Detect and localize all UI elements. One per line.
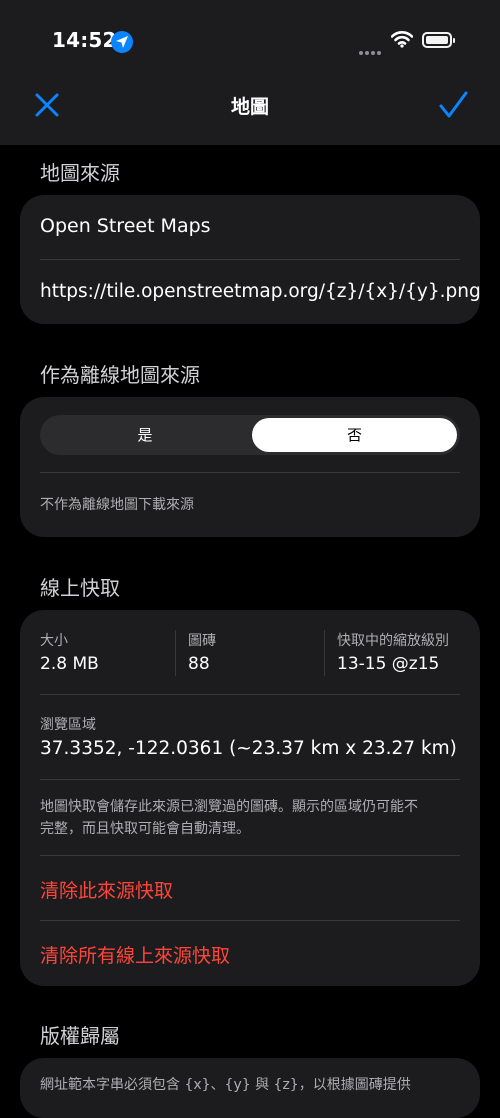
clear-source-cache-button[interactable]: 清除此來源快取: [40, 876, 173, 903]
section-title-offline: 作為離線地圖來源: [40, 363, 200, 387]
divider: [324, 630, 325, 676]
area-label: 瀏覽區域: [40, 717, 96, 733]
battery-icon: [422, 32, 455, 48]
location-arrow-icon: [111, 31, 133, 53]
stat-label-zoom: 快取中的縮放級別: [337, 633, 449, 649]
cache-note-line-2: 完整，而且快取可能會自動清理。: [40, 821, 250, 837]
cache-note-line-1: 地圖快取會儲存此來源已瀏覽過的圖磚。顯示的區域仍可能不: [40, 799, 418, 815]
section-title-map-source: 地圖來源: [40, 161, 120, 185]
stat-value-size: 2.8 MB: [40, 654, 99, 674]
status-time: 14:52: [52, 28, 117, 52]
clear-all-cache-button[interactable]: 清除所有線上來源快取: [40, 941, 230, 968]
area-value: 37.3352, -122.0361 (~23.37 km x 23.27 km…: [40, 738, 457, 759]
divider: [40, 694, 460, 695]
checkmark-icon: [439, 91, 468, 118]
status-bar: 14:52: [0, 0, 500, 80]
source-name-field[interactable]: Open Street Maps: [40, 215, 211, 237]
divider: [40, 472, 460, 473]
divider: [40, 259, 460, 260]
attribution-card: 網址範本字串必須包含 {x}、{y} 與 {z}，以根據圖磚提供: [20, 1058, 480, 1118]
source-url-field[interactable]: https://tile.openstreetmap.org/{z}/{x}/{…: [40, 281, 481, 302]
nav-title: 地圖: [230, 96, 269, 118]
divider: [40, 779, 460, 780]
map-source-card: Open Street Maps https://tile.openstreet…: [20, 195, 481, 324]
cache-card: 大小 2.8 MB 圖磚 88 快取中的縮放級別 13-15 @z15 瀏覽區域…: [20, 610, 480, 986]
stat-label-tiles: 圖磚: [188, 633, 216, 649]
stat-value-tiles: 88: [188, 654, 210, 674]
section-title-attribution: 版權歸屬: [40, 1024, 120, 1048]
segment-yes[interactable]: 是: [40, 415, 250, 455]
divider: [40, 920, 460, 921]
offline-segmented-control: 是 否: [40, 415, 460, 455]
segment-no[interactable]: 否: [252, 418, 457, 452]
divider: [175, 630, 176, 676]
section-title-cache: 線上快取: [40, 576, 120, 600]
divider: [40, 855, 460, 856]
attribution-text: 網址範本字串必須包含 {x}、{y} 與 {z}，以根據圖磚提供: [40, 1077, 411, 1093]
top-bar: 14:52 地圖: [0, 0, 500, 145]
stat-label-size: 大小: [40, 633, 68, 649]
offline-note: 不作為離線地圖下載來源: [40, 497, 194, 513]
done-button[interactable]: [434, 88, 472, 122]
wifi-icon: [390, 30, 414, 52]
cellular-signal-icon: [359, 40, 383, 59]
offline-card: 是 否 不作為離線地圖下載來源: [20, 397, 480, 537]
stat-value-zoom: 13-15 @z15: [337, 654, 440, 674]
